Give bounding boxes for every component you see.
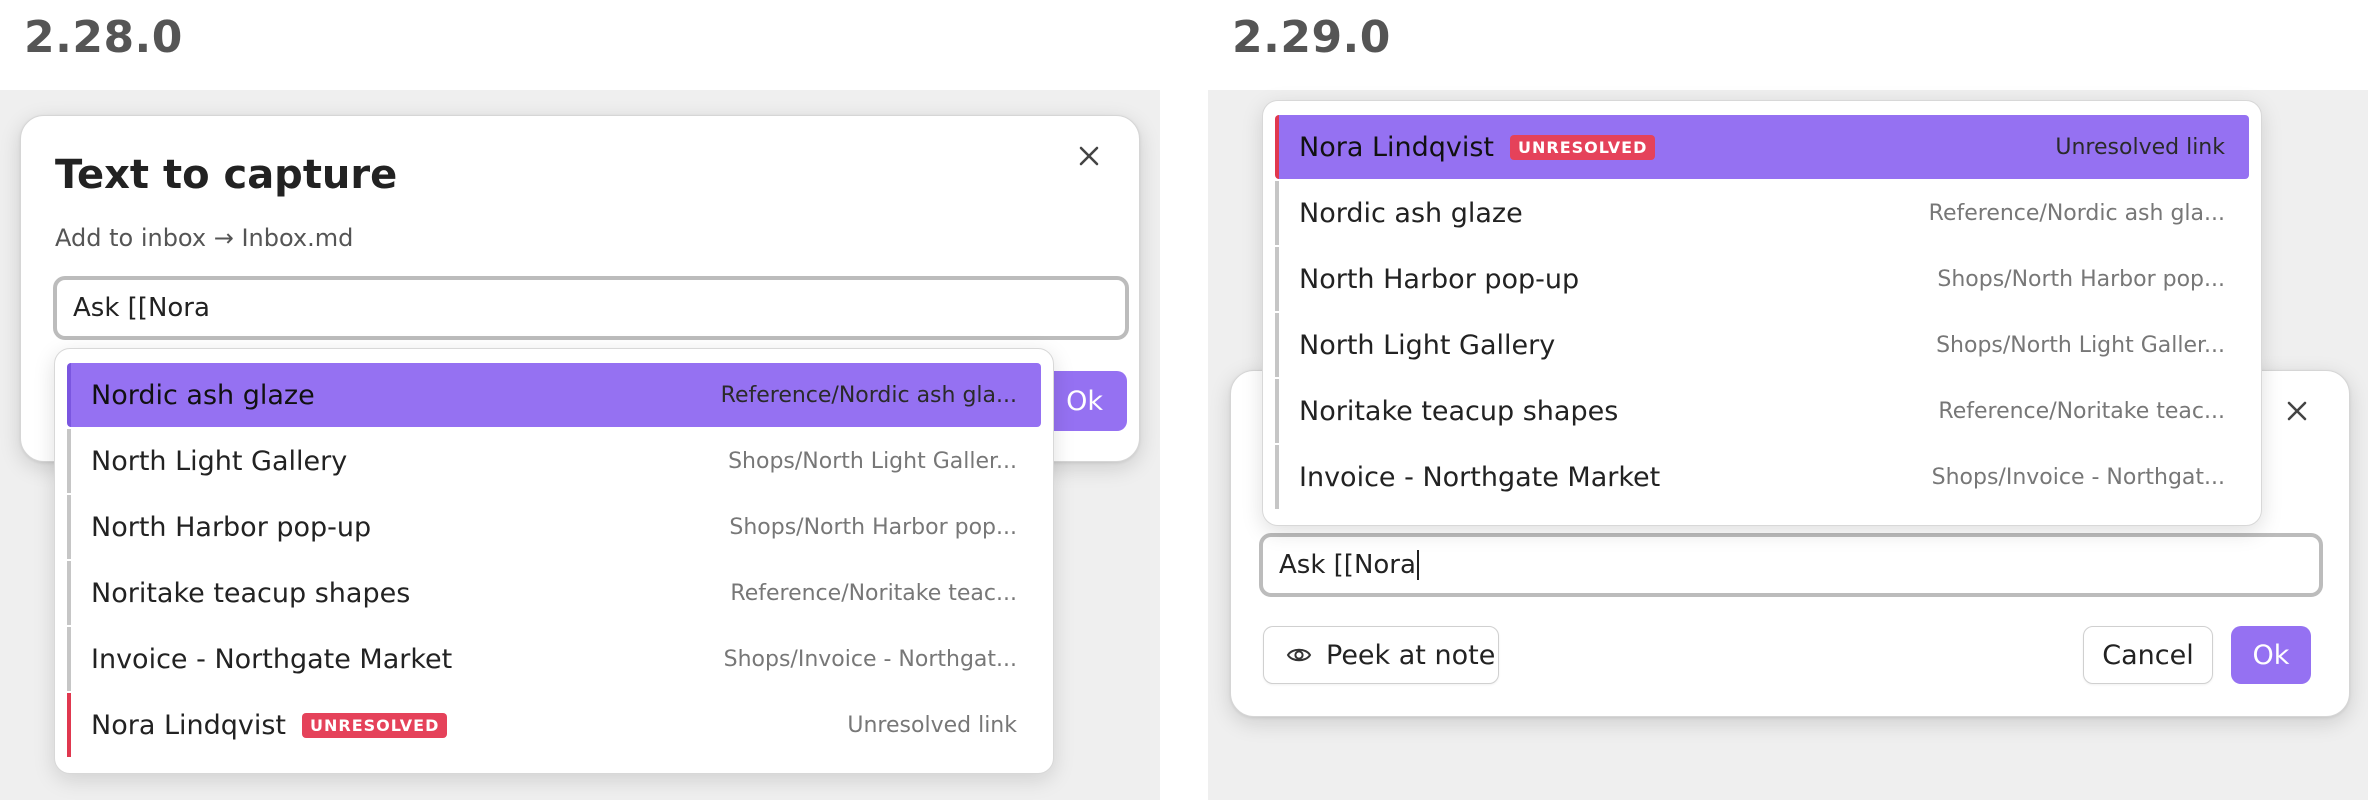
suggestion-path: Unresolved link (847, 712, 1017, 738)
close-icon (2287, 401, 2307, 421)
suggestion-item[interactable]: North Harbor pop-up Shops/North Harbor p… (1275, 247, 2249, 311)
ok-button[interactable]: Ok (2231, 626, 2311, 684)
suggestion-title: North Harbor pop-up (91, 511, 372, 543)
suggestion-title: Invoice - Northgate Market (1299, 461, 1661, 493)
suggestion-popover: Nora Lindqvist UNRESOLVED Unresolved lin… (1262, 100, 2262, 526)
suggestion-item[interactable]: Nordic ash glaze Reference/Nordic ash gl… (1275, 181, 2249, 245)
suggestion-path: Shops/North Light Galler... (728, 448, 1017, 474)
suggestion-item[interactable]: Invoice - Northgate Market Shops/Invoice… (67, 627, 1041, 691)
suggestion-path: Shops/Invoice - Northgat... (1931, 464, 2225, 490)
suggestion-path: Shops/Invoice - Northgat... (723, 646, 1017, 672)
eye-icon (1286, 648, 1312, 662)
suggestion-item[interactable]: Nora Lindqvist UNRESOLVED Unresolved lin… (67, 693, 1041, 757)
suggestion-title: North Light Gallery (91, 445, 348, 477)
capture-text-input[interactable]: Ask [[Nora (1259, 533, 2323, 597)
suggestion-item[interactable]: Nordic ash glaze Reference/Nordic ash gl… (67, 363, 1041, 427)
close-button[interactable] (1069, 136, 1109, 176)
suggestion-item[interactable]: North Harbor pop-up Shops/North Harbor p… (67, 495, 1041, 559)
suggestion-item[interactable]: Invoice - Northgate Market Shops/Invoice… (1275, 445, 2249, 509)
suggestion-item[interactable]: North Light Gallery Shops/North Light Ga… (1275, 313, 2249, 377)
version-label: 2.28.0 (24, 12, 183, 63)
suggestion-path: Shops/North Light Galler... (1936, 332, 2225, 358)
suggestion-title: Noritake teacup shapes (91, 577, 411, 609)
suggestion-path: Reference/Noritake teac... (1938, 398, 2225, 424)
suggestion-title: Invoice - Northgate Market (91, 643, 453, 675)
close-icon (1079, 146, 1099, 166)
suggestion-popover: Nordic ash glaze Reference/Nordic ash gl… (54, 348, 1054, 774)
unresolved-badge: UNRESOLVED (1510, 134, 1656, 160)
panel-2-28-0: 2.28.0 Text to capture Add to inbox → In… (0, 0, 1160, 800)
modal-title: Text to capture (55, 152, 398, 198)
input-value: Ask [[Nora (1279, 550, 1416, 580)
suggestion-path: Reference/Nordic ash gla... (1928, 200, 2225, 226)
suggestion-path: Shops/North Harbor pop... (729, 514, 1017, 540)
modal-subtitle: Add to inbox → Inbox.md (55, 224, 354, 252)
suggestion-item[interactable]: North Light Gallery Shops/North Light Ga… (67, 429, 1041, 493)
version-label: 2.29.0 (1232, 12, 1391, 63)
peek-at-note-button[interactable]: Peek at note (1263, 626, 1499, 684)
cancel-button[interactable]: Cancel (2083, 626, 2213, 684)
panel-2-29-0: 2.29.0 Ask [[Nora Peek at note Cancel Ok… (1208, 0, 2368, 800)
peek-label: Peek at note (1326, 639, 1496, 671)
unresolved-badge: UNRESOLVED (302, 712, 448, 738)
suggestion-title: Nora Lindqvist (91, 709, 287, 741)
suggestion-title: Nordic ash glaze (1299, 197, 1523, 229)
suggestion-title: North Light Gallery (1299, 329, 1556, 361)
suggestion-item[interactable]: Noritake teacup shapes Reference/Noritak… (1275, 379, 2249, 443)
suggestion-path: Reference/Noritake teac... (730, 580, 1017, 606)
suggestion-path: Reference/Nordic ash gla... (720, 382, 1017, 408)
suggestion-title: Nordic ash glaze (91, 379, 315, 411)
suggestion-path: Unresolved link (2055, 134, 2225, 160)
close-button[interactable] (2277, 391, 2317, 431)
suggestion-title: Noritake teacup shapes (1299, 395, 1619, 427)
capture-text-input[interactable]: Ask [[Nora (53, 276, 1129, 340)
suggestion-item[interactable]: Noritake teacup shapes Reference/Noritak… (67, 561, 1041, 625)
suggestion-title: North Harbor pop-up (1299, 263, 1580, 295)
suggestion-path: Shops/North Harbor pop... (1937, 266, 2225, 292)
input-value: Ask [[Nora (73, 293, 210, 323)
text-caret (1416, 550, 1419, 580)
suggestion-item[interactable]: Nora Lindqvist UNRESOLVED Unresolved lin… (1275, 115, 2249, 179)
suggestion-title: Nora Lindqvist (1299, 131, 1495, 163)
